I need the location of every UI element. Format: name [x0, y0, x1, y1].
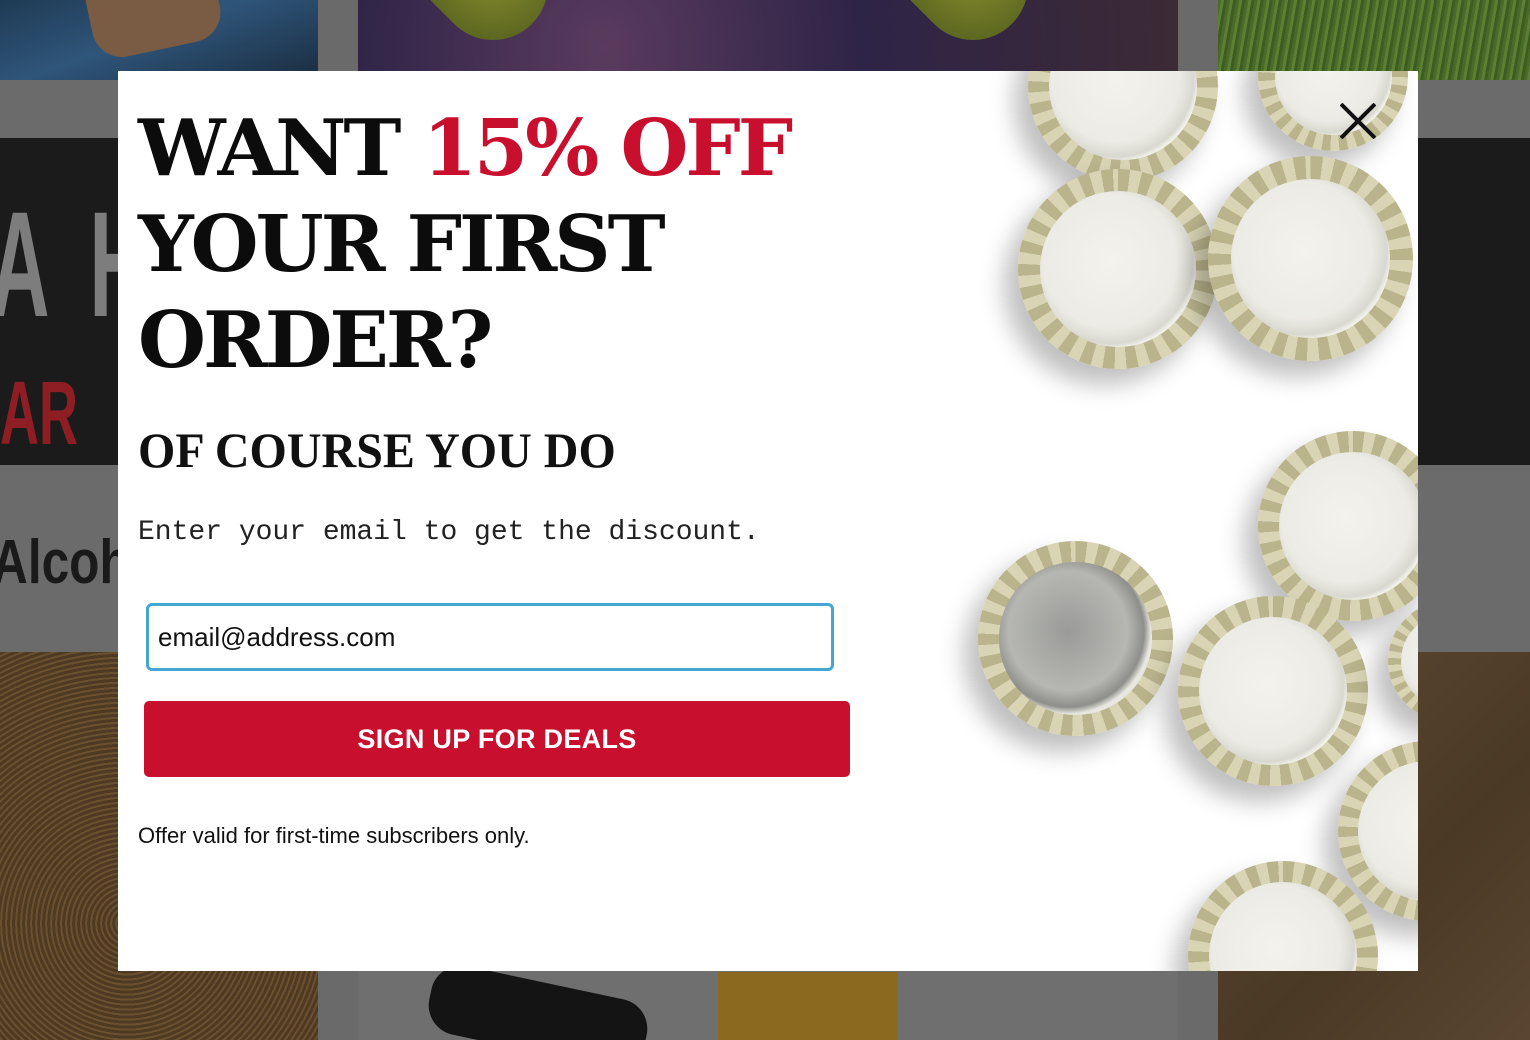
- background-image-hops: [358, 0, 1178, 80]
- headline-line3: ORDER?: [138, 295, 493, 386]
- background-heading: Alcoh: [0, 528, 130, 597]
- email-field[interactable]: [146, 603, 834, 671]
- popup-headline: WANT 15% OFF YOUR FIRST ORDER?: [138, 101, 794, 389]
- background-image-water: [0, 0, 318, 80]
- discount-popup: WANT 15% OFF YOUR FIRST ORDER? OF COURSE…: [118, 71, 1418, 971]
- sign-up-button[interactable]: SIGN UP FOR DEALS: [144, 701, 850, 777]
- background-image-grass: [1218, 0, 1530, 80]
- bottle-caps-image: [878, 71, 1418, 971]
- headline-line2: YOUR FIRST: [138, 199, 666, 290]
- popup-instruction: Enter your email to get the discount.: [138, 517, 760, 548]
- popup-subheading: OF COURSE YOU DO: [138, 422, 616, 478]
- headline-part1: WANT: [138, 103, 423, 194]
- headline-accent: 15% OFF: [422, 103, 794, 194]
- close-icon[interactable]: [1336, 99, 1380, 143]
- offer-fine-print: Offer valid for first-time subscribers o…: [138, 823, 530, 848]
